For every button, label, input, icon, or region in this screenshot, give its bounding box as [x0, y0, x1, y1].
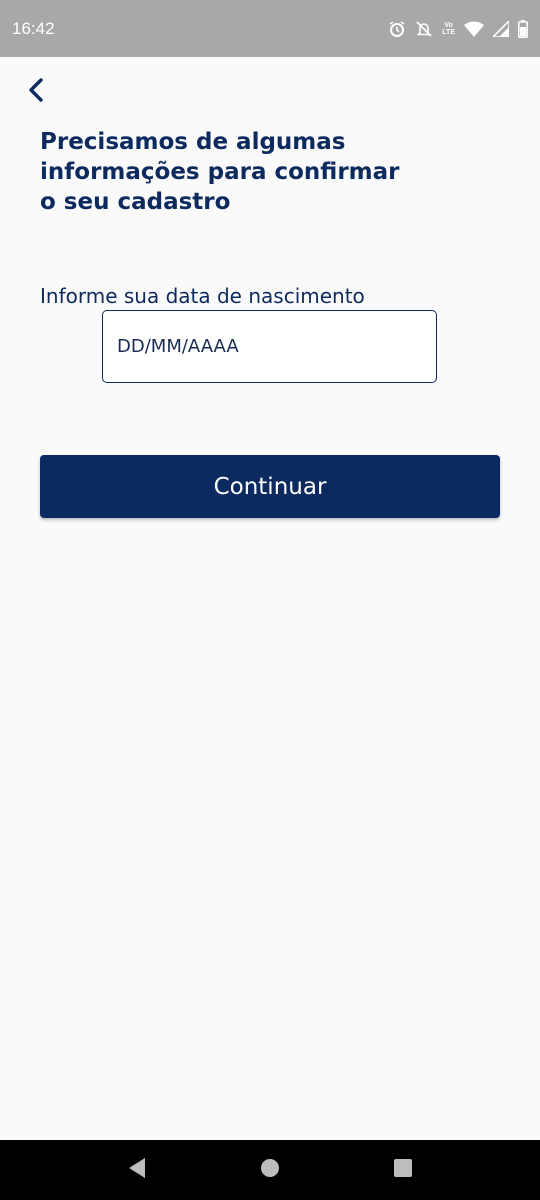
back-triangle-icon [127, 1157, 147, 1183]
status-time: 16:42 [12, 18, 55, 38]
nav-home-button[interactable] [250, 1150, 290, 1190]
signal-icon [493, 20, 509, 37]
page-title: Precisamos de algumas informações para c… [40, 129, 400, 215]
status-icons: Vo LTE [388, 19, 528, 38]
navigation-bar [0, 1140, 540, 1200]
volte-lte-icon: Vo LTE [442, 21, 455, 36]
alarm-icon [388, 20, 406, 38]
home-circle-icon [260, 1158, 280, 1182]
status-bar: 16:42 Vo LTE [0, 0, 540, 57]
battery-icon [518, 19, 528, 38]
birthdate-input[interactable] [102, 310, 437, 383]
wifi-icon [464, 21, 484, 37]
continue-button[interactable]: Continuar [40, 455, 500, 518]
chevron-left-icon [26, 77, 46, 107]
muted-bell-icon [415, 20, 433, 38]
birthdate-label: Informe sua data de nascimento [40, 284, 365, 308]
nav-back-button[interactable] [117, 1150, 157, 1190]
back-button[interactable] [18, 74, 54, 110]
nav-recents-button[interactable] [383, 1150, 423, 1190]
recents-square-icon [393, 1158, 413, 1182]
